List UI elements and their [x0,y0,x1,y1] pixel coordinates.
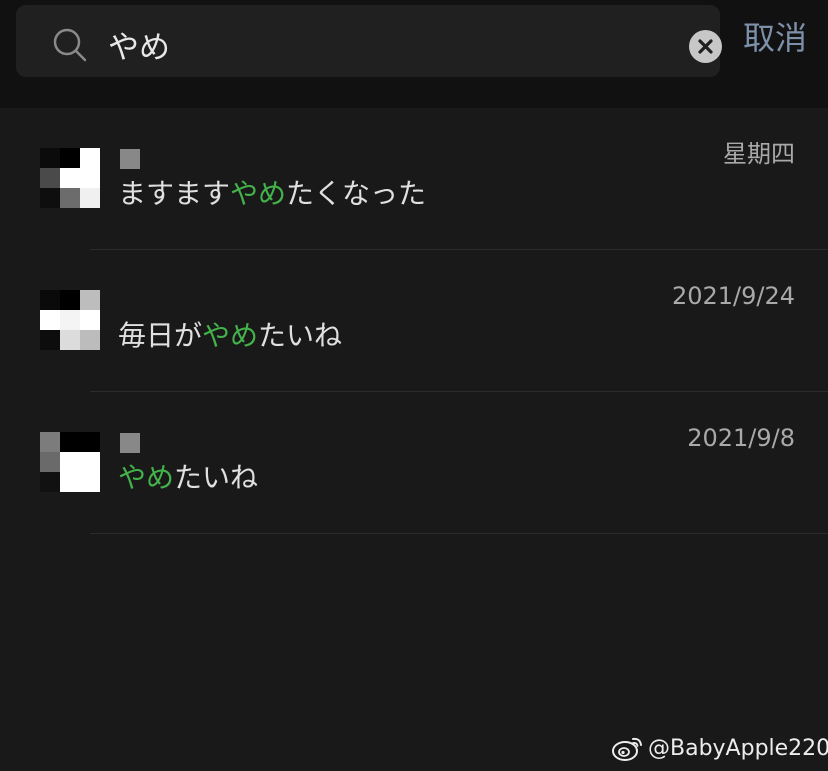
snippet-highlight: やめ [202,319,259,352]
snippet-text: たいね [174,461,259,494]
snippet-text: 毎日が [118,319,203,352]
search-icon [53,28,87,62]
avatar [40,432,100,492]
snippet-text: ますます [118,177,231,210]
snippet-text: たいね [258,319,343,352]
close-icon [698,39,713,54]
watermark-text: @BabyApple220 [648,735,828,761]
snippet-text: たくなった [286,177,427,210]
search-header: 取消 [0,0,828,108]
divider [90,533,828,534]
result-date: 星期四 [723,140,795,168]
result-item[interactable]: 2021/9/8 やめたいね [0,392,828,534]
contact-name-block [120,433,140,453]
result-item[interactable]: 2021/9/24 毎日がやめたいね [0,250,828,392]
search-input[interactable] [108,19,668,69]
result-date: 2021/9/24 [671,282,795,310]
result-snippet: やめたいね [118,458,258,498]
result-date: 2021/9/8 [687,424,795,452]
contact-name-block [120,149,140,169]
result-snippet: ますますやめたくなった [118,174,426,214]
cancel-button[interactable]: 取消 [743,18,807,58]
weibo-icon [612,737,642,761]
avatar [40,148,100,208]
result-item[interactable]: 星期四 ますますやめたくなった [0,108,828,250]
avatar [40,290,100,350]
snippet-highlight: やめ [118,461,175,494]
search-box[interactable] [16,5,722,77]
result-snippet: 毎日がやめたいね [118,316,342,356]
search-results-screen: 取消 星期四 ますますやめたくなった 2021/9/24 毎日がやめたいね [0,0,828,771]
snippet-highlight: やめ [230,177,287,210]
watermark: @BabyApple220 [612,730,828,766]
clear-search-button[interactable] [689,30,722,63]
